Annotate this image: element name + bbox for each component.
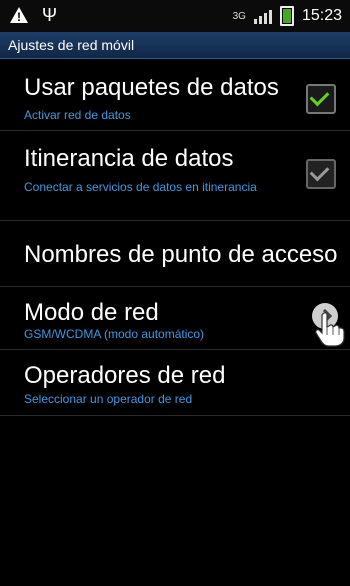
setting-item-operadores[interactable]: Operadores de red Seleccionar un operado…	[0, 350, 350, 416]
tap-hand-icon	[315, 312, 345, 347]
setting-item-modo-de-red[interactable]: Modo de red GSM/WCDMA (modo automático)	[0, 287, 350, 350]
check-icon	[309, 161, 330, 182]
setting-item-apn[interactable]: Nombres de punto de acceso	[0, 221, 350, 287]
setting-label: Modo de red	[24, 299, 159, 326]
check-icon	[309, 86, 330, 107]
data-packages-checkbox[interactable]	[306, 84, 336, 114]
status-time: 15:23	[301, 7, 342, 24]
status-bar: 3G 15:23	[0, 0, 350, 32]
title-bar: Ajustes de red móvil	[0, 32, 350, 59]
setting-item-itinerancia[interactable]: Itinerancia de datos Conectar a servicio…	[0, 131, 350, 221]
phone-screen: 3G 15:23 Ajustes de red móvil Usar paque…	[0, 0, 350, 586]
setting-label: Nombres de punto de acceso	[24, 241, 338, 268]
status-right: 3G 15:23	[233, 6, 342, 26]
settings-list: Usar paquetes de datos Activar red de da…	[0, 59, 350, 416]
page-title: Ajustes de red móvil	[8, 37, 135, 53]
setting-summary: Seleccionar un operador de red	[24, 392, 193, 406]
setting-summary: Activar red de datos	[24, 108, 131, 122]
roaming-checkbox[interactable]	[306, 159, 336, 189]
setting-summary: GSM/WCDMA (modo automático)	[24, 327, 205, 341]
setting-label: Usar paquetes de datos	[24, 74, 279, 101]
setting-summary: Conectar a servicios de datos en itinera…	[24, 180, 257, 194]
signal-icon	[253, 8, 272, 24]
setting-item-usar-paquetes[interactable]: Usar paquetes de datos Activar red de da…	[0, 59, 350, 131]
warning-icon	[10, 7, 28, 24]
network-type-badge: 3G	[232, 10, 246, 22]
status-left	[10, 5, 58, 26]
usb-icon	[40, 5, 58, 26]
setting-label: Operadores de red	[24, 362, 226, 389]
setting-label: Itinerancia de datos	[24, 145, 234, 172]
battery-icon	[279, 6, 294, 26]
